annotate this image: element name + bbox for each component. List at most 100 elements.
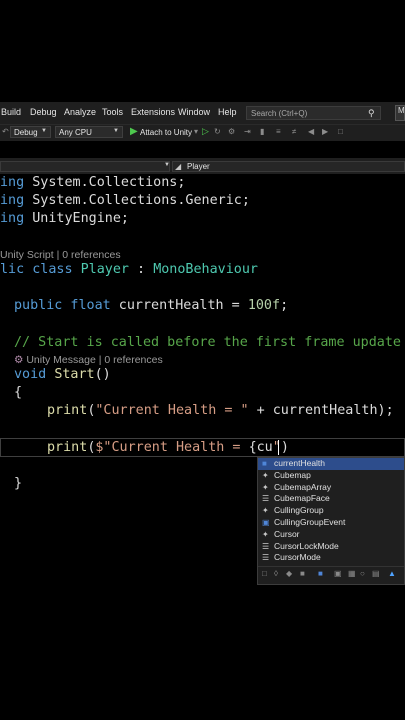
typed-text: {cu xyxy=(248,440,273,455)
undo-icon[interactable]: ↶ xyxy=(2,127,9,136)
menu-window[interactable]: Window xyxy=(178,107,210,117)
suggestion-item[interactable]: ✦ Cubemap xyxy=(258,470,404,482)
chevron-down-icon: ▼ xyxy=(41,128,47,134)
chevron-down-icon: ▼ xyxy=(113,128,119,134)
base-class: MonoBehaviour xyxy=(153,262,258,277)
namespace: UnityEngine; xyxy=(24,211,129,226)
suggestion-label: CullingGroup xyxy=(274,505,324,516)
user-badge[interactable]: M xyxy=(395,105,405,121)
filter-namespace-icon[interactable]: ▤ xyxy=(372,569,380,578)
codelens-class[interactable]: Unity Script | 0 references xyxy=(0,249,121,261)
config-dropdown[interactable]: Debug ▼ xyxy=(10,126,51,138)
hot-reload-icon[interactable]: ↻ xyxy=(214,127,221,136)
menu-extensions[interactable]: Extensions xyxy=(131,107,175,117)
class-icon: ✦ xyxy=(262,482,269,492)
code-line-comment: // Start is called before the first fram… xyxy=(14,335,401,350)
filter-method-icon[interactable]: ◊ xyxy=(274,569,278,578)
codelens-method-label: Unity Message | 0 references xyxy=(26,354,163,366)
codelens-method[interactable]: ⚙ Unity Message | 0 references xyxy=(14,354,163,366)
uncomment-icon[interactable]: ≠ xyxy=(292,127,296,136)
namespace: System.Collections; xyxy=(24,175,186,190)
code-line-using-generic: ing System.Collections.Generic; xyxy=(0,192,250,210)
code-line-close-brace: } xyxy=(14,476,23,491)
code-line-method: void Start() xyxy=(14,366,111,384)
suggestion-label: currentHealth xyxy=(274,458,326,468)
code-line-open-brace: { xyxy=(14,385,23,400)
struct-icon: ▣ xyxy=(262,518,270,527)
suggestion-label: CubemapFace xyxy=(274,493,330,504)
bookmark-next-icon[interactable]: ▶ xyxy=(322,127,328,136)
punctuation: : xyxy=(129,262,154,277)
code-line-class-declaration: lic class Player : MonoBehaviour xyxy=(0,261,258,279)
menu-build[interactable]: Build xyxy=(1,107,21,117)
enum-icon: ☰ xyxy=(262,494,270,504)
platform-value: Any CPU xyxy=(59,128,92,137)
suggestion-label: Cursor xyxy=(274,528,300,539)
attach-to-unity-button[interactable]: Attach to Unity xyxy=(140,128,192,137)
keyword: public float xyxy=(14,298,111,313)
punctuation: ) xyxy=(280,440,289,455)
suggestion-label: CursorLockMode xyxy=(274,540,339,551)
type-dropdown[interactable] xyxy=(0,161,170,172)
filter-snippet-icon[interactable]: □ xyxy=(262,569,267,578)
string-literal: "Current Health = " xyxy=(95,403,249,418)
suggestion-item[interactable]: ☰ CubemapFace xyxy=(258,493,404,505)
string-literal: $"Current Health = xyxy=(95,440,249,455)
outline-icon[interactable]: □ xyxy=(338,127,343,136)
search-input[interactable]: Search (Ctrl+Q) xyxy=(246,106,381,120)
class-name: Player xyxy=(80,262,129,277)
expression: + currentHealth); xyxy=(248,403,394,418)
gear-icon[interactable]: ⚙ xyxy=(228,127,235,136)
filter-enum-icon[interactable]: ▦ xyxy=(348,569,356,578)
keyword: lic class xyxy=(0,262,73,277)
bookmark-prev-icon[interactable]: ◀ xyxy=(308,127,314,136)
intellisense-filter-bar xyxy=(258,566,404,583)
comment-icon[interactable]: ≡ xyxy=(276,127,281,136)
suggestion-item[interactable]: ✦ CullingGroup xyxy=(258,505,404,517)
suggestion-label: Cubemap xyxy=(274,469,311,480)
suggestion-item[interactable]: ☰ CursorLockMode xyxy=(258,541,404,553)
suggestion-item[interactable]: ☰ CursorMode xyxy=(258,552,404,564)
play-icon[interactable]: ▶ xyxy=(130,126,138,137)
step-icon[interactable]: ⇥ xyxy=(244,127,251,136)
punctuation: ; xyxy=(280,298,289,313)
punctuation: () xyxy=(94,367,111,382)
bookmark-icon[interactable]: ▮ xyxy=(260,127,264,136)
menu-analyze[interactable]: Analyze xyxy=(64,107,96,117)
class-icon: ✦ xyxy=(262,506,269,516)
filter-class-icon[interactable]: ■ xyxy=(318,569,323,578)
keyword: ing xyxy=(0,193,25,208)
suggestion-item[interactable]: ✦ CubemapArray xyxy=(258,482,404,494)
filter-struct-icon[interactable]: ▣ xyxy=(334,569,342,578)
code-line-print2: print($"Current Health = {cu") xyxy=(47,439,289,457)
field-icon: ■ xyxy=(262,459,267,468)
menu-help[interactable]: Help xyxy=(218,107,237,117)
filter-property-icon[interactable]: ◆ xyxy=(286,569,292,578)
suggestion-item[interactable]: ▣ CullingGroupEvent xyxy=(258,517,404,529)
keyword: void xyxy=(14,367,47,382)
function-name: print xyxy=(47,403,88,418)
code-line-using-collections: ing System.Collections; xyxy=(0,174,185,192)
menu-tools[interactable]: Tools xyxy=(102,107,123,117)
search-icon[interactable]: ⚲ xyxy=(368,108,378,118)
member-dropdown[interactable]: Player xyxy=(172,161,405,172)
dropdown-arrow-icon[interactable]: ▾ xyxy=(194,127,198,136)
config-value: Debug xyxy=(14,128,38,137)
code-line-using-unityengine: ing UnityEngine; xyxy=(0,210,129,228)
menu-debug[interactable]: Debug xyxy=(30,107,57,117)
class-icon: ✦ xyxy=(262,470,269,480)
run-without-debugging-icon[interactable]: ▷ xyxy=(202,126,209,137)
filter-field-icon[interactable]: ■ xyxy=(300,569,305,578)
class-icon: ✦ xyxy=(262,529,269,539)
chevron-down-icon: ▼ xyxy=(164,162,170,168)
namespace: System.Collections.Generic; xyxy=(24,193,250,208)
suggestion-item[interactable]: ✦ Cursor xyxy=(258,529,404,541)
filter-interface-icon[interactable]: ○ xyxy=(360,569,365,578)
function-name: print xyxy=(47,440,88,455)
suggestion-item[interactable]: ■ currentHealth xyxy=(258,458,404,470)
enum-icon: ☰ xyxy=(262,541,270,551)
platform-dropdown[interactable]: Any CPU ▼ xyxy=(55,126,123,138)
field-name: currentHealth = xyxy=(110,298,248,313)
number-literal: 100f xyxy=(247,298,281,313)
filter-toggle-icon[interactable]: ▲ xyxy=(388,569,396,578)
